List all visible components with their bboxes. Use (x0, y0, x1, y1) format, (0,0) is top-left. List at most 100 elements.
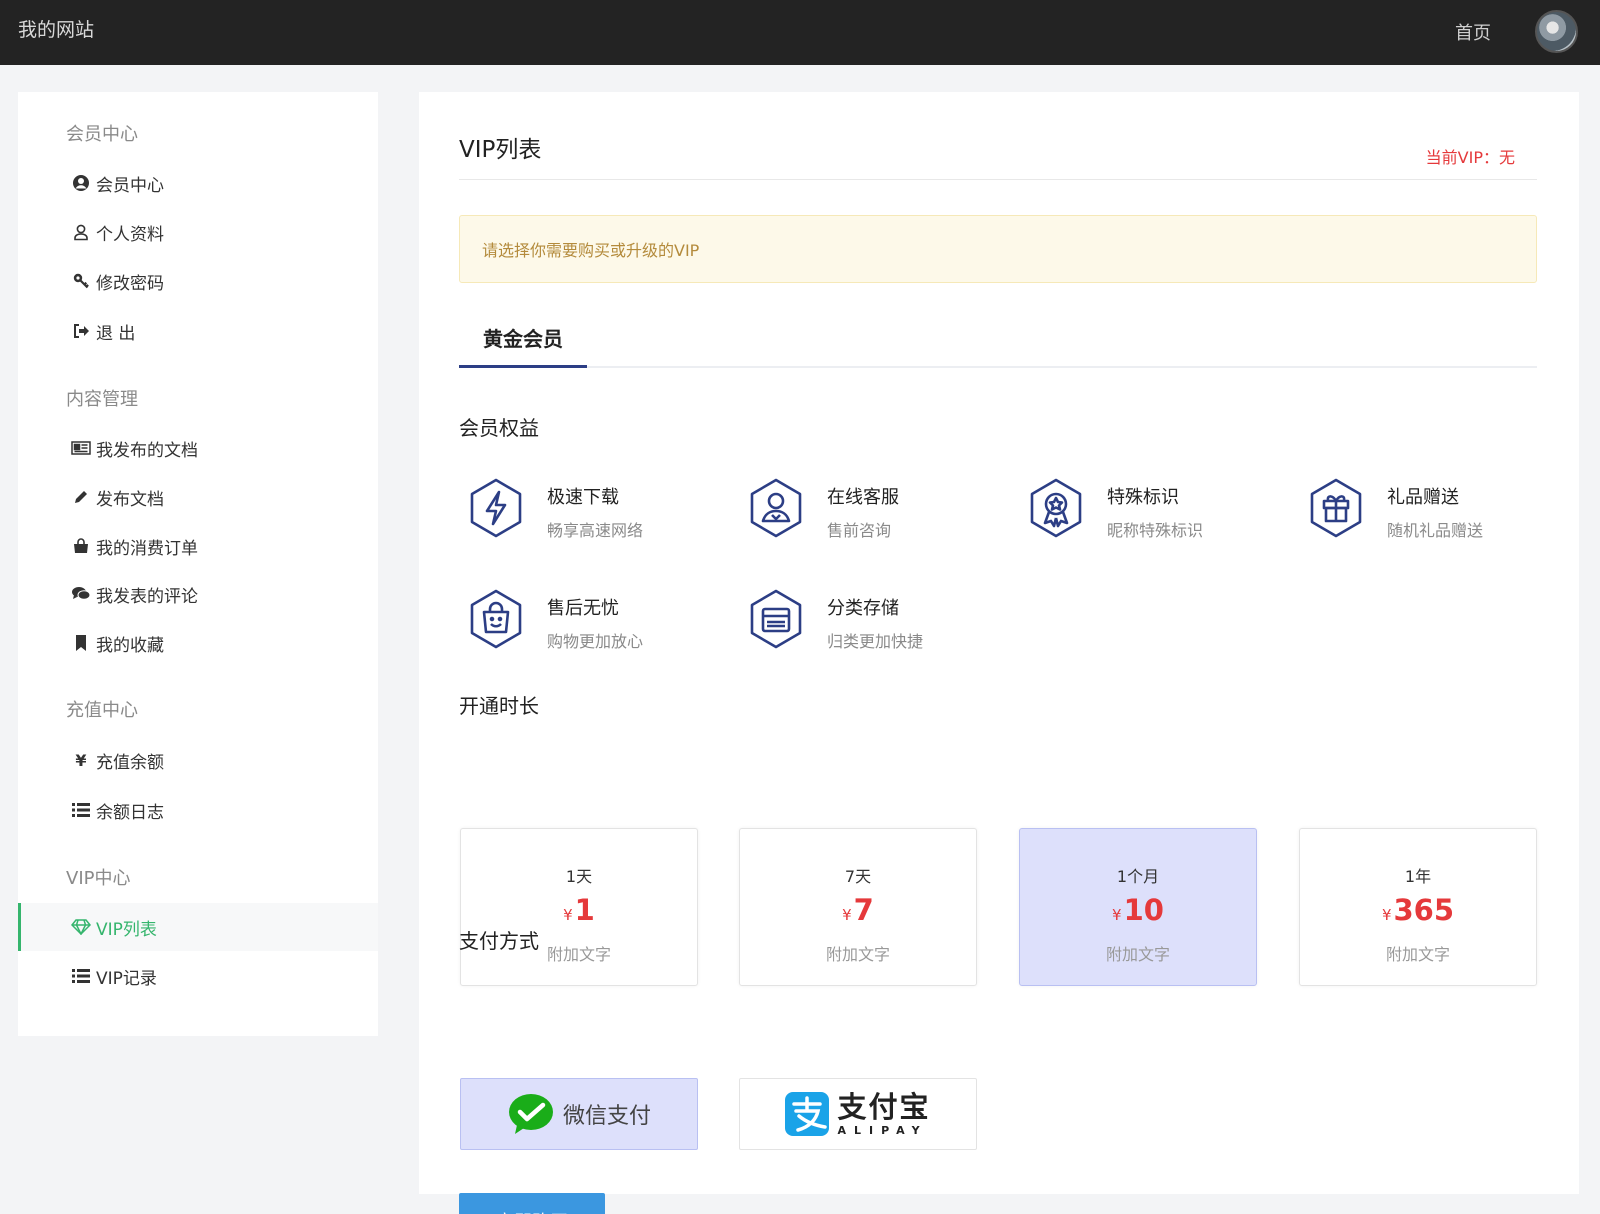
currency-symbol: ¥ (1112, 906, 1122, 924)
payment-title: 支付方式 (459, 929, 539, 953)
benefit-item: 售后无忧 购物更加放心 (465, 588, 725, 658)
sidebar-item-label: 个人资料 (96, 224, 164, 245)
sidebar-item-member-center[interactable]: 会员中心 (18, 159, 378, 207)
divider (459, 179, 1537, 180)
sidebar-item-label: 我发表的评论 (96, 586, 198, 607)
plan-option-1-year[interactable]: 1年 ¥365 附加文字 (1299, 828, 1537, 986)
alipay-en: ALIPAY (837, 1123, 928, 1137)
comments-icon (70, 583, 92, 605)
bookmark-icon (70, 632, 92, 654)
benefit-item: 在线客服 售前咨询 (745, 477, 1005, 547)
vip-tabs: 黄金会员 (459, 310, 1537, 368)
sidebar-item-label: VIP记录 (96, 968, 157, 989)
yen-icon: ¥ (75, 750, 87, 770)
plan-note: 附加文字 (825, 945, 890, 964)
alipay-cn: 支付宝 (837, 1089, 931, 1124)
plan-name: 1年 (1404, 867, 1432, 886)
sidebar-group-member: 会员中心 (66, 124, 138, 145)
sidebar-item-logout[interactable]: 退 出 (18, 307, 378, 355)
benefit-desc: 购物更加放心 (547, 632, 644, 651)
diamond-icon (70, 916, 92, 938)
benefit-item: 极速下载 畅享高速网络 (465, 477, 725, 547)
sidebar-item-balance-log[interactable]: 余额日志 (18, 786, 378, 834)
benefit-name: 售后无忧 (547, 598, 619, 619)
benefit-name: 分类存储 (827, 598, 899, 619)
sidebar-item-my-favorites[interactable]: 我的收藏 (18, 619, 378, 667)
plan-price-value: 7 (853, 893, 874, 927)
sidebar-item-recharge-balance[interactable]: ¥ 充值余额 (18, 736, 378, 784)
tab-gold-member[interactable]: 黄金会员 (459, 310, 587, 368)
sidebar-item-label: VIP列表 (96, 919, 157, 940)
gift-icon (1310, 478, 1362, 538)
notice-alert: 请选择你需要购买或升级的VIP (459, 215, 1537, 283)
sidebar-item-my-comments[interactable]: 我发表的评论 (18, 570, 378, 618)
sidebar-item-label: 我的收藏 (96, 635, 164, 656)
page-title: VIP列表 (459, 137, 542, 163)
sidebar-item-my-docs[interactable]: 我发布的文档 (18, 424, 378, 472)
plan-name: 7天 (844, 867, 872, 886)
benefit-item: 特殊标识 昵称特殊标识 (1025, 477, 1285, 547)
sidebar-item-change-password[interactable]: 修改密码 (18, 257, 378, 305)
sidebar-group-recharge: 充值中心 (66, 700, 138, 721)
payment-wechat[interactable]: 微信支付 (460, 1078, 698, 1150)
sidebar-item-label: 发布文档 (96, 489, 164, 510)
plan-option-1-month[interactable]: 1个月 ¥10 附加文字 (1019, 828, 1257, 986)
benefits-title: 会员权益 (459, 416, 539, 440)
benefit-name: 特殊标识 (1107, 487, 1179, 508)
sidebar-group-content: 内容管理 (66, 389, 138, 410)
badge-star-icon (1030, 478, 1082, 538)
benefit-desc: 归类更加快捷 (827, 632, 924, 651)
plan-price-value: 10 (1123, 893, 1164, 927)
sidebar-item-label: 退 出 (96, 323, 136, 344)
newspaper-icon (70, 437, 92, 459)
benefit-desc: 畅享高速网络 (547, 521, 644, 540)
plan-option-1-day[interactable]: 1天 ¥1 附加文字 (460, 828, 698, 986)
wechat-pay-icon (508, 1094, 553, 1134)
customer-service-icon (750, 478, 802, 538)
plan-price: ¥1 (461, 893, 697, 927)
shopping-bag-icon (70, 535, 92, 557)
currency-symbol: ¥ (842, 906, 852, 924)
benefit-item: 礼品赠送 随机礼品赠送 (1305, 477, 1565, 547)
user-circle-icon (70, 172, 92, 194)
benefit-item: 分类存储 归类更加快捷 (745, 588, 1005, 658)
currency-symbol: ¥ (1381, 906, 1392, 924)
notice-text: 请选择你需要购买或升级的VIP (482, 241, 700, 260)
plan-option-7-days[interactable]: 7天 ¥7 附加文字 (739, 828, 977, 986)
plan-price-value: 1 (574, 893, 595, 927)
plan-note: 附加文字 (1105, 945, 1170, 964)
current-vip-status: 当前VIP：无 (1425, 148, 1515, 167)
sign-out-icon (70, 320, 92, 342)
user-avatar[interactable] (1535, 10, 1578, 53)
sidebar-item-label: 会员中心 (96, 175, 164, 196)
plan-price: ¥10 (1020, 893, 1256, 927)
wechat-pay-label: 微信支付 (562, 1104, 651, 1129)
benefit-desc: 售前咨询 (827, 521, 892, 540)
nav-home-link[interactable]: 首页 (1455, 19, 1491, 45)
plan-price-value: 365 (1393, 893, 1455, 927)
pencil-icon (70, 486, 92, 508)
payment-alipay[interactable]: 支付宝 ALIPAY (739, 1078, 977, 1150)
sidebar-item-publish-doc[interactable]: 发布文档 (18, 473, 378, 521)
sidebar-item-vip-records[interactable]: VIP记录 (18, 952, 378, 1000)
lightning-icon (470, 478, 522, 538)
benefit-desc: 随机礼品赠送 (1387, 521, 1484, 540)
sidebar-item-label: 修改密码 (96, 273, 164, 294)
benefit-name: 极速下载 (547, 487, 619, 508)
sidebar-item-profile[interactable]: 个人资料 (18, 208, 378, 256)
shopping-bag-smile-icon (470, 589, 522, 649)
plan-note: 附加文字 (1385, 945, 1450, 964)
duration-title: 开通时长 (459, 694, 539, 718)
sidebar-item-label: 余额日志 (96, 802, 164, 823)
site-title[interactable]: 我的网站 (18, 15, 94, 42)
key-icon (70, 270, 92, 292)
plan-price: ¥365 (1300, 893, 1536, 927)
currency-symbol: ¥ (563, 906, 573, 924)
sidebar-item-vip-list[interactable]: VIP列表 (18, 903, 378, 951)
sidebar-item-my-orders[interactable]: 我的消费订单 (18, 522, 378, 570)
buy-now-button[interactable]: 立即购买 (459, 1193, 605, 1214)
sidebar-item-label: 我的消费订单 (96, 538, 198, 559)
benefit-name: 礼品赠送 (1387, 487, 1459, 508)
sidebar-group-vip: VIP中心 (66, 868, 131, 889)
plan-price: ¥7 (740, 893, 976, 927)
